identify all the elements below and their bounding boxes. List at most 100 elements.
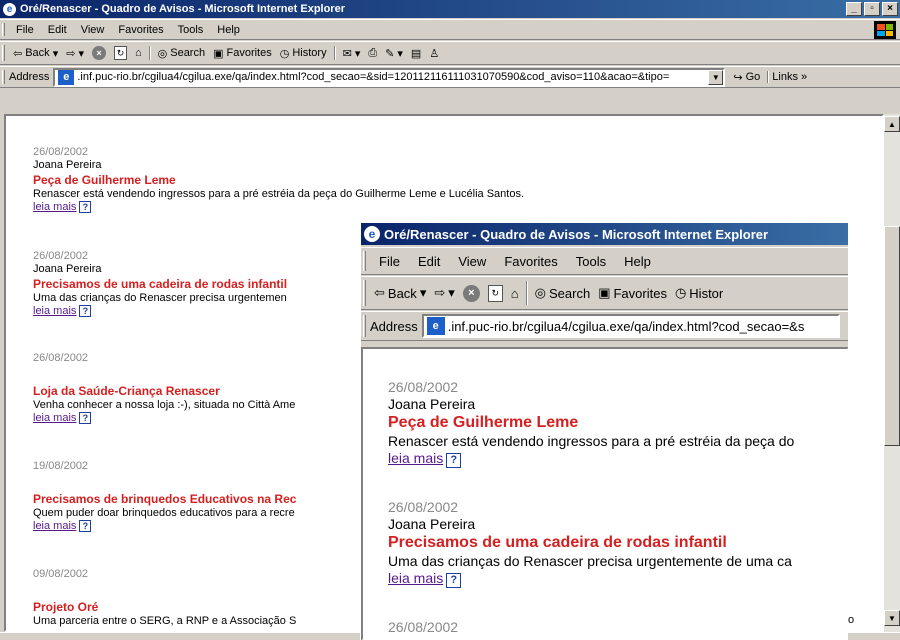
window-title: Oré/Renascer - Quadro de Avisos - Micros… — [384, 226, 769, 242]
menu-tools[interactable]: Tools — [567, 254, 615, 269]
notice-date: 19/08/2002 — [33, 460, 89, 472]
read-more-link[interactable]: leia mais — [388, 570, 443, 586]
title-bar: e Oré/Renascer - Quadro de Avisos - Micr… — [0, 0, 900, 18]
page-content: 26/08/2002 Joana Pereira Peça de Guilher… — [361, 347, 848, 640]
history-button[interactable]: ◷ History — [276, 47, 331, 60]
edit-button[interactable]: ✎ ▾ — [381, 47, 407, 60]
back-button[interactable]: ⇦ Back ▾ — [370, 285, 430, 301]
menu-favorites[interactable]: Favorites — [111, 24, 170, 36]
help-icon[interactable]: ? — [446, 573, 462, 588]
menu-edit[interactable]: Edit — [41, 24, 74, 36]
search-button[interactable]: ◎ Search — [154, 47, 209, 60]
stop-icon: × — [462, 284, 480, 302]
ie-page-icon: e — [426, 317, 445, 335]
address-dropdown-button[interactable]: ▼ — [708, 69, 724, 85]
close-button[interactable]: × — [882, 2, 898, 16]
address-field[interactable]: e .inf.puc-rio.br/cgilua4/cgilua.exe/qa/… — [421, 314, 840, 338]
scroll-down-button[interactable]: ▼ — [884, 610, 900, 626]
notice-text: Uma das crianças do Renascer precisa urg… — [388, 553, 792, 569]
notice-title[interactable]: Projeto Oré — [33, 599, 296, 615]
notice-author: Joana Pereira — [388, 516, 476, 532]
menu-view[interactable]: View — [74, 24, 112, 36]
address-bar: Address e .inf.puc-rio.br/cgilua4/cgilua… — [361, 311, 848, 341]
vertical-scrollbar[interactable]: ▲ ▼ — [884, 114, 900, 632]
notice-text: Quem puder doar brinquedos educativos pa… — [33, 507, 295, 519]
history-button[interactable]: ◷ Histor — [671, 285, 727, 301]
minimize-button[interactable]: _ — [846, 2, 862, 16]
menu-file[interactable]: File — [9, 24, 41, 36]
help-icon[interactable]: ? — [79, 520, 92, 532]
help-icon[interactable]: ? — [446, 453, 462, 468]
home-icon: ⌂ — [510, 285, 519, 301]
notice-title[interactable]: Peça de Guilherme Leme — [388, 413, 794, 433]
read-more-link[interactable]: leia mais — [33, 305, 76, 317]
menu-help[interactable]: Help — [615, 254, 660, 269]
go-button[interactable]: ↪ Go — [729, 71, 764, 84]
messenger-button[interactable]: ♙ — [425, 47, 443, 60]
address-field[interactable]: e .inf.puc-rio.br/cgilua4/cgilua.exe/qa/… — [53, 67, 726, 87]
scroll-thumb[interactable] — [884, 226, 900, 446]
discuss-icon: ▤ — [410, 47, 422, 60]
ie-icon: e — [3, 2, 16, 16]
scroll-up-button[interactable]: ▲ — [884, 116, 900, 132]
links-button[interactable]: Links » — [772, 71, 807, 83]
notice-author: Joana Pereira — [33, 159, 102, 171]
read-more-link[interactable]: leia mais — [388, 450, 443, 466]
menu-view[interactable]: View — [449, 254, 495, 269]
menu-edit[interactable]: Edit — [409, 254, 449, 269]
partial-text: o — [848, 614, 855, 626]
help-icon[interactable]: ? — [79, 201, 92, 213]
notice-text: Renascer está vendendo ingressos para a … — [33, 188, 525, 200]
forward-button[interactable]: ⇨ ▾ — [430, 285, 458, 301]
back-button[interactable]: ⇦ Back ▾ — [9, 47, 62, 60]
back-arrow-icon: ⇦ — [374, 285, 385, 300]
menu-bar: File Edit View Favorites Tools Help — [361, 247, 848, 275]
print-button[interactable]: ⎙ — [364, 47, 381, 60]
notice-title[interactable]: Precisamos de brinquedos Educativos na R… — [33, 491, 296, 507]
menu-tools[interactable]: Tools — [171, 24, 211, 36]
search-button[interactable]: ◎ Search — [531, 285, 595, 301]
notice-item: 26/08/2002 Joana Pereira Peça de Guilher… — [388, 379, 794, 468]
go-arrow-icon: ↪ — [733, 71, 743, 84]
favorites-button[interactable]: ▣ Favorites — [594, 285, 671, 301]
help-icon[interactable]: ? — [79, 412, 92, 424]
notice-item: 26/08/2002 Joana Pereira Peça de Guilher… — [33, 146, 524, 214]
stop-icon: × — [91, 46, 106, 60]
forward-arrow-icon: ⇨ — [66, 47, 76, 60]
stop-button[interactable]: × — [88, 46, 110, 60]
refresh-button[interactable]: ↻ — [484, 284, 507, 302]
notice-item: 26/08/2002 Joana Pereira Precisamos de u… — [33, 250, 287, 318]
menu-file[interactable]: File — [370, 254, 409, 269]
mail-button[interactable]: ✉ ▾ — [339, 47, 365, 60]
menu-bar: File Edit View Favorites Tools Help — [0, 19, 900, 40]
read-more-link[interactable]: leia mais — [33, 520, 76, 532]
forward-arrow-icon: ⇨ — [434, 285, 446, 300]
notice-date: 26/08/2002 — [33, 352, 89, 364]
notice-date: 09/08/2002 — [33, 568, 89, 580]
forward-button[interactable]: ⇨ ▾ — [62, 47, 88, 60]
notice-title[interactable]: Loja da Saúde-Criança Renascer — [33, 383, 295, 399]
refresh-button[interactable]: ↻ — [110, 46, 131, 60]
history-icon: ◷ — [674, 285, 687, 300]
notice-title[interactable]: Precisamos de uma cadeira de rodas infan… — [33, 276, 287, 292]
stop-button[interactable]: × — [459, 284, 484, 302]
notice-item: 19/08/2002 Precisamos de brinquedos Educ… — [33, 460, 296, 533]
notice-title[interactable]: Peça de Guilherme Leme — [33, 172, 524, 188]
notice-title[interactable]: Precisamos de uma cadeira de rodas infan… — [388, 533, 792, 553]
address-url: .inf.puc-rio.br/cgilua4/cgilua.exe/qa/in… — [447, 318, 805, 334]
menu-favorites[interactable]: Favorites — [495, 254, 566, 269]
notice-text: Uma parceria entre o SERG, a RNP e a Ass… — [33, 615, 297, 627]
browser-window-front: e Oré/Renascer - Quadro de Avisos - Micr… — [360, 222, 848, 640]
home-button[interactable]: ⌂ — [131, 47, 146, 59]
discuss-button[interactable]: ▤ — [407, 47, 425, 60]
notice-text: Venha conhecer a nossa loja :-), situada… — [33, 399, 296, 411]
maximize-button[interactable]: ▫ — [864, 2, 880, 16]
home-icon: ⌂ — [134, 47, 142, 59]
favorites-button[interactable]: ▣ Favorites — [209, 47, 276, 60]
help-icon[interactable]: ? — [79, 305, 92, 317]
read-more-link[interactable]: leia mais — [33, 412, 76, 424]
notice-author: Joana Pereira — [33, 263, 102, 275]
read-more-link[interactable]: leia mais — [33, 201, 76, 213]
home-button[interactable]: ⌂ — [507, 286, 523, 301]
menu-help[interactable]: Help — [210, 24, 247, 36]
